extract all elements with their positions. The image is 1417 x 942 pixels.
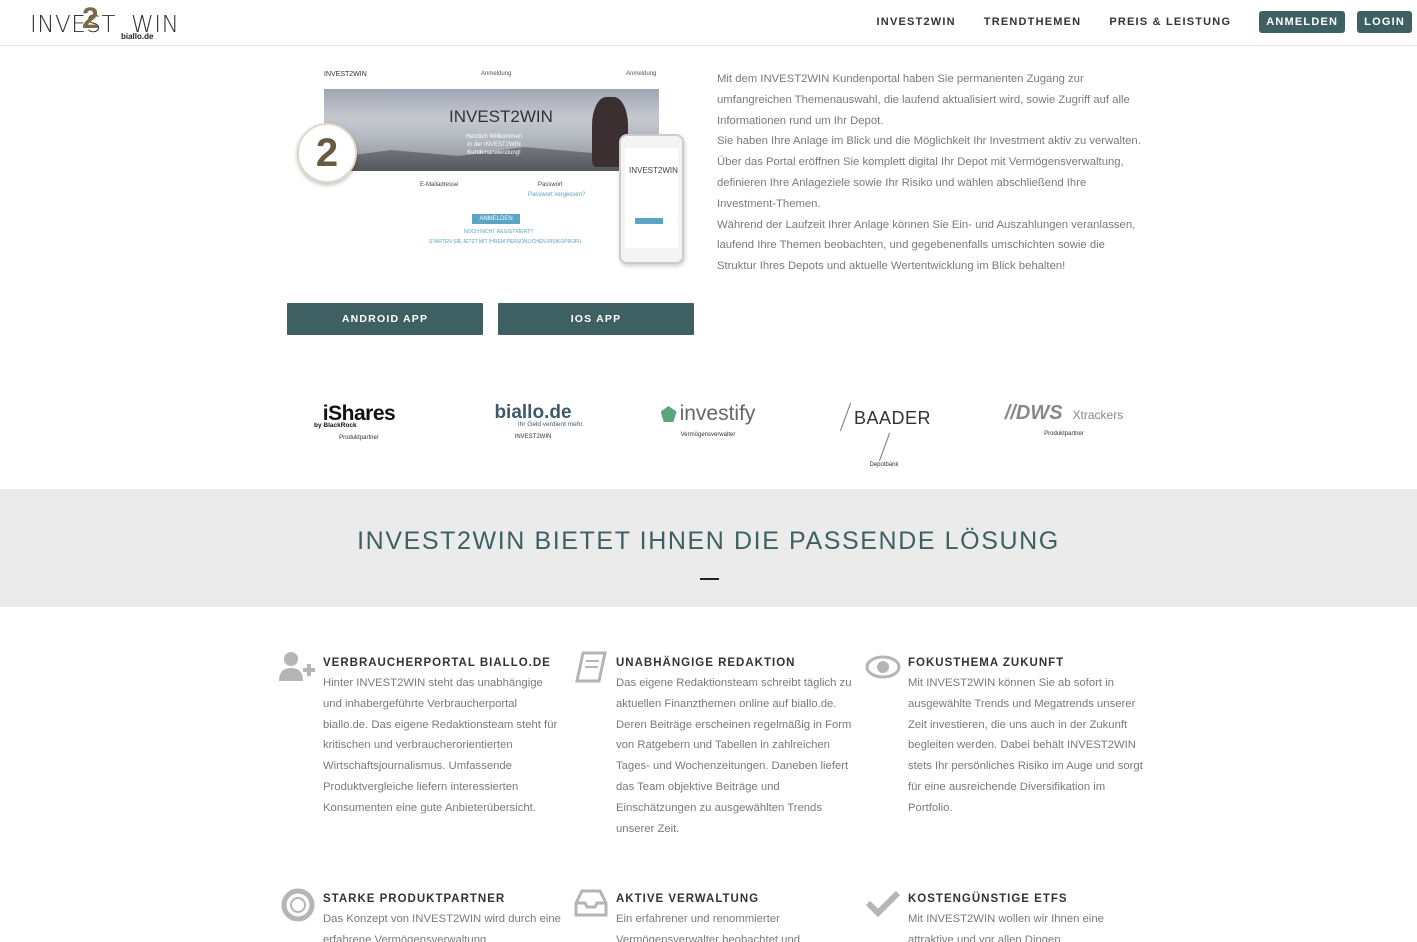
feature-title: STARKE PRODUKTPARTNER xyxy=(323,893,506,905)
preview-login-form: E-Mailadresse Passwort Passwort vergesse… xyxy=(324,176,659,256)
preview-forgot-link: Passwort vergessen? xyxy=(528,192,586,198)
eye-icon xyxy=(863,651,903,691)
preview-hero-welcome: Herzlich Willkommen in der INVEST2WIN Ku… xyxy=(465,134,522,156)
partner-ishares[interactable]: iShares by BlackRock Produktpartner xyxy=(312,402,406,457)
preview-topbar: INVEST2WIN Anmeldung Anmeldung xyxy=(324,71,659,85)
partner-dws[interactable]: //DWS Xtrackers Produktpartner xyxy=(996,402,1132,457)
feature-text: Hinter INVEST2WIN steht das unabhängige … xyxy=(323,677,558,814)
preview-login-button: ANMELDEN xyxy=(472,214,520,224)
logo[interactable]: INVEST2WIN 2 biallo.de xyxy=(30,2,179,44)
book-icon xyxy=(571,651,611,691)
preview-not-registered: NOCH NICHT REGISTRIERT? xyxy=(464,229,533,235)
register-button[interactable]: ANMELDEN xyxy=(1259,11,1346,33)
feature-text: Das Konzept von INVEST2WIN wird durch ei… xyxy=(323,913,561,942)
partner-baader[interactable]: BAADER Depotbank xyxy=(830,402,938,468)
phone-button xyxy=(635,218,663,224)
preview-hero-image: INVEST2WIN Herzlich Willkommen in der IN… xyxy=(324,89,659,171)
android-app-button[interactable]: ANDROID APP xyxy=(287,303,483,335)
preview-logo: INVEST2WIN xyxy=(324,71,367,78)
partner-caption: Produktpartner xyxy=(339,435,379,441)
feature-title: FOKUSTHEMA ZUKUNFT xyxy=(908,657,1065,669)
partner-biallo[interactable]: biallo.de Ihr Geld verdient mehr. INVEST… xyxy=(482,402,584,457)
logo-text: INVEST2WIN xyxy=(30,12,180,38)
nav-preis-leistung[interactable]: PREIS & LEISTUNG xyxy=(1109,16,1231,28)
main-nav: INVEST2WIN TRENDTHEMEN PREIS & LEISTUNG … xyxy=(877,10,1417,34)
intro-paragraph: Während der Laufzeit Ihrer Anlage können… xyxy=(717,218,1136,273)
solution-banner: INVEST2WIN BIETET IHNEN DIE PASSENDE LÖS… xyxy=(0,489,1417,607)
intro-paragraph: Sie haben Ihre Anlage im Blick und die M… xyxy=(717,135,1141,210)
feature-verwaltung: AKTIVE VERWALTUNG Ein erfahrener und ren… xyxy=(574,889,856,942)
feature-text: Das eigene Redaktionsteam schreibt tägli… xyxy=(616,677,852,835)
feature-title: KOSTENGÜNSTIGE ETFS xyxy=(908,893,1068,905)
preview-start-text: STARTEN SIE JETZT MIT IHREM PERSÖNLICHEN… xyxy=(429,239,583,245)
feature-title: VERBRAUCHERPORTAL BIALLO.DE xyxy=(323,657,551,669)
preview-nav-right: Anmeldung xyxy=(626,71,657,77)
xtrackers-label: Xtrackers xyxy=(1072,408,1124,422)
site-header: INVEST2WIN 2 biallo.de INVEST2WIN TRENDT… xyxy=(0,0,1417,46)
logo-badge: 2 xyxy=(297,123,357,183)
login-button[interactable]: LOGIN xyxy=(1357,11,1412,33)
feature-etfs: KOSTENGÜNSTIGE ETFS Mit INVEST2WIN wolle… xyxy=(865,890,1148,942)
preview-password-label: Passwort xyxy=(538,182,563,188)
partner-caption: Depotbank xyxy=(869,462,899,468)
feature-verbraucherportal: VERBRAUCHERPORTAL BIALLO.DE Hinter INVES… xyxy=(279,652,563,819)
logo-two: 2 xyxy=(82,2,99,35)
dws-logo: //DWS Xtrackers xyxy=(1004,402,1124,424)
feature-produktpartner: STARKE PRODUKTPARTNER Das Konzept von IN… xyxy=(281,888,563,942)
feature-title: AKTIVE VERWALTUNG xyxy=(616,893,760,905)
preview-nav-mid: Anmeldung xyxy=(481,71,512,77)
partner-caption: INVEST2WIN xyxy=(514,434,552,440)
user-plus-icon xyxy=(278,651,318,691)
partner-caption: Produktpartner xyxy=(1044,431,1084,437)
preview-hero-title: INVEST2WIN xyxy=(449,107,553,126)
feature-text: Mit INVEST2WIN können Sie ab sofort in a… xyxy=(908,677,1143,814)
feature-text: Ein erfahrener und renommierter Vermögen… xyxy=(616,913,801,942)
feature-title: UNABHÄNGIGE REDAKTION xyxy=(616,657,796,669)
partner-caption: Vermögensverwalter xyxy=(680,432,736,438)
intro-paragraph: Mit dem INVEST2WIN Kundenportal haben Si… xyxy=(717,73,1130,127)
phone-screen xyxy=(625,148,678,248)
preview-email-label: E-Mailadresse xyxy=(420,182,459,188)
baader-logo: BAADER xyxy=(830,402,938,462)
feature-zukunft: FOKUSTHEMA ZUKUNFT Mit INVEST2WIN können… xyxy=(865,655,1148,819)
logo-sub: biallo.de xyxy=(121,32,154,41)
phone-logo: INVEST2WIN xyxy=(629,166,678,175)
portal-description: Mit dem INVEST2WIN Kundenportal haben Si… xyxy=(717,69,1147,277)
ios-app-button[interactable]: IOS APP xyxy=(498,303,694,335)
partner-investify[interactable]: investify Vermögensverwalter xyxy=(656,402,760,457)
investify-icon xyxy=(660,406,677,422)
title-divider xyxy=(700,578,719,580)
portal-preview: INVEST2WIN Anmeldung Anmeldung INVEST2WI… xyxy=(287,66,697,276)
investify-logo: investify xyxy=(656,402,760,426)
nav-invest2win[interactable]: INVEST2WIN xyxy=(877,16,956,28)
nav-trendthemen[interactable]: TRENDTHEMEN xyxy=(984,16,1082,28)
inbox-icon xyxy=(571,887,611,927)
feature-redaktion: UNABHÄNGIGE REDAKTION Das eigene Redakti… xyxy=(575,651,856,839)
check-icon xyxy=(863,887,903,927)
lifebuoy-icon xyxy=(278,887,318,927)
section-title: INVEST2WIN BIETET IHNEN DIE PASSENDE LÖS… xyxy=(357,527,1060,555)
feature-text: Mit INVEST2WIN wollen wir Ihnen eine att… xyxy=(908,913,1104,942)
phone-mockup: INVEST2WIN xyxy=(619,134,684,264)
